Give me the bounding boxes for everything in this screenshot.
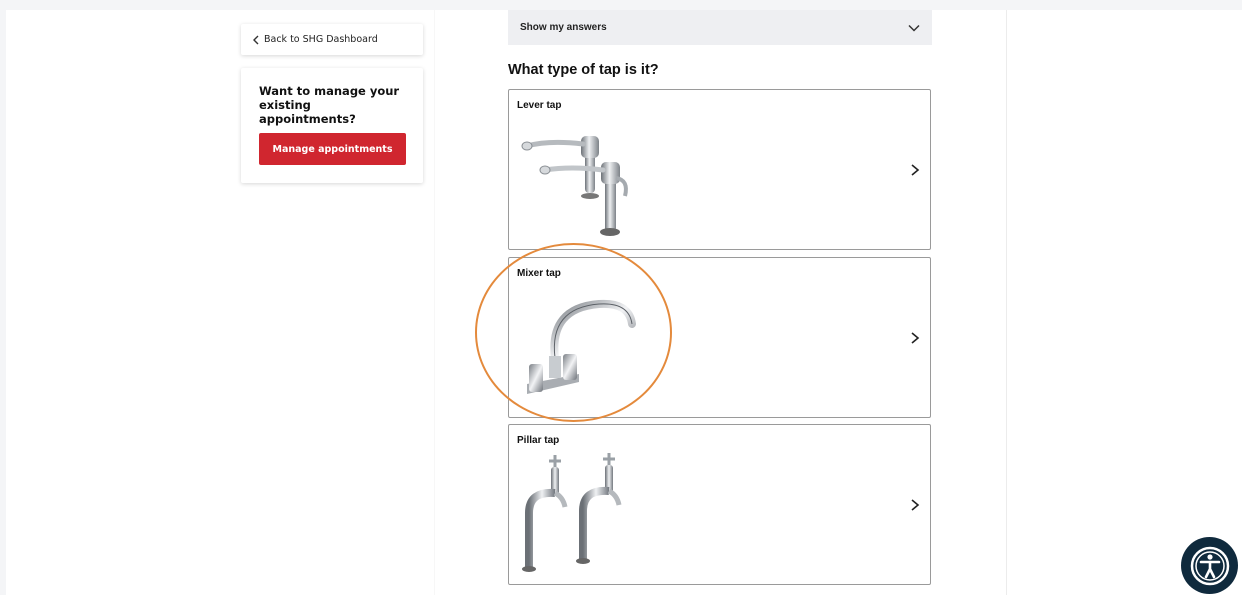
option-lever-tap[interactable]: Lever tap [508,89,931,250]
option-mixer-tap[interactable]: Mixer tap [508,257,931,418]
chevron-down-icon [908,22,920,34]
accessibility-button[interactable] [1181,537,1238,594]
pillar-tap-image [522,453,622,572]
lever-tap-image [521,136,628,236]
manage-appointments-card: Want to manage your existing appointment… [241,68,423,183]
option-pillar-tap[interactable]: Pillar tap [508,424,931,585]
accessibility-icon [1190,546,1229,585]
right-gutter [1006,10,1242,595]
option-label: Mixer tap [517,268,561,279]
option-label: Pillar tap [517,435,560,446]
manage-appointments-title: Want to manage your existing appointment… [259,84,400,126]
manage-appointments-button[interactable]: Manage appointments [259,133,406,165]
option-label: Lever tap [517,100,562,111]
chevron-right-icon [911,332,920,344]
chevron-left-icon [250,34,262,46]
question-heading: What type of tap is it? [508,62,659,78]
back-link-label: Back to SHG Dashboard [264,34,378,45]
chevron-right-icon [911,164,920,176]
show-answers-toggle[interactable]: Show my answers [508,10,932,45]
mixer-tap-image [527,299,636,394]
back-to-dashboard-link[interactable]: Back to SHG Dashboard [241,24,423,55]
show-answers-label: Show my answers [520,22,607,33]
chevron-right-icon [911,499,920,511]
divider [434,10,435,595]
